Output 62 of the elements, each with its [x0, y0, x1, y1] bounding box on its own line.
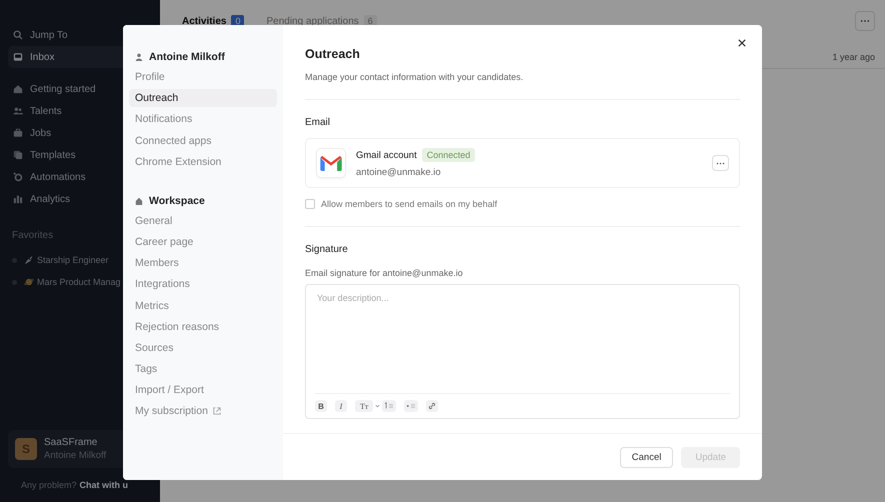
nav-section-title: Antoine Milkoff	[149, 51, 225, 63]
caret-icon	[375, 404, 380, 408]
briefcase-icon	[13, 128, 23, 138]
section-heading: Email	[305, 117, 332, 128]
pages-icon	[13, 150, 23, 160]
settings-nav-item[interactable]: Notifications	[129, 110, 277, 128]
user-icon	[135, 53, 143, 61]
user-name: Antoine Milkoff	[44, 450, 106, 461]
people-icon	[13, 106, 23, 116]
status-badge: Connected	[422, 148, 476, 162]
settings-nav-item[interactable]: Outreach	[129, 89, 277, 108]
bold-button[interactable]: B	[315, 400, 327, 412]
numbered-list-icon	[384, 402, 394, 410]
bullet-list-button[interactable]	[404, 400, 418, 412]
close-icon	[738, 39, 746, 47]
settings-nav-item[interactable]: General	[129, 212, 277, 230]
checkbox-label: Allow members to send emails on my behalf	[321, 199, 498, 209]
settings-nav-item[interactable]: Import / Export	[129, 381, 277, 400]
gear-icon	[13, 172, 23, 182]
chat-link[interactable]: Chat with u	[80, 480, 128, 490]
jump-to-link[interactable]: Jump To	[30, 30, 68, 40]
mail-logo-icon	[316, 148, 346, 178]
settings-nav-item[interactable]: Career page	[129, 232, 277, 251]
settings-nav-item[interactable]: Rejection reasons	[129, 318, 277, 336]
bullet-list-icon	[406, 402, 416, 410]
more-icon	[860, 19, 870, 23]
account-email: antoine@unmake.io	[356, 167, 442, 178]
italic-button[interactable]: I	[335, 400, 347, 412]
checkbox[interactable]	[305, 199, 315, 209]
link-icon	[428, 402, 436, 410]
more-icon	[716, 162, 725, 164]
bar-chart-icon	[13, 194, 23, 204]
dialog-subtitle: Manage your contact information with your candidates.	[305, 72, 524, 82]
field-label: Email signature for antoine@unmake.io	[305, 268, 464, 278]
settings-nav-item[interactable]: Sources	[129, 338, 277, 357]
nav-section-title: Workspace	[149, 194, 205, 207]
more-button[interactable]	[855, 11, 875, 31]
text-size-button[interactable]: Tт	[355, 400, 374, 412]
settings-nav-item[interactable]: Profile	[129, 68, 277, 86]
home-icon	[135, 196, 143, 205]
account-name: Gmail account	[356, 150, 417, 160]
section-title: Favorites	[12, 230, 54, 241]
more-button[interactable]	[712, 155, 729, 171]
inbox-icon	[13, 52, 23, 62]
signature-editor[interactable]: Your description... B I Tт	[305, 284, 740, 419]
cancel-button[interactable]: Cancel	[620, 446, 674, 468]
settings-nav-item[interactable]: Tags	[129, 360, 277, 378]
search-icon	[13, 30, 23, 40]
settings-nav-item[interactable]: Members	[129, 254, 277, 272]
numbered-list-button[interactable]	[382, 400, 396, 412]
link-button[interactable]	[426, 400, 438, 412]
settings-nav-item[interactable]: Connected apps	[129, 132, 277, 150]
dialog-title: Outreach	[305, 47, 361, 61]
section-heading: Signature	[305, 244, 349, 255]
home-icon	[13, 84, 23, 94]
workspace-name: SaaSFrame	[44, 437, 98, 448]
settings-nav-item[interactable]: My subscription	[129, 402, 277, 420]
settings-nav-item[interactable]: Integrations	[129, 275, 277, 294]
help-text: Any problem?	[21, 480, 77, 490]
activity-time: 1 year ago	[832, 52, 875, 62]
settings-nav-item[interactable]: Metrics	[129, 296, 277, 314]
planet-icon	[24, 277, 34, 287]
